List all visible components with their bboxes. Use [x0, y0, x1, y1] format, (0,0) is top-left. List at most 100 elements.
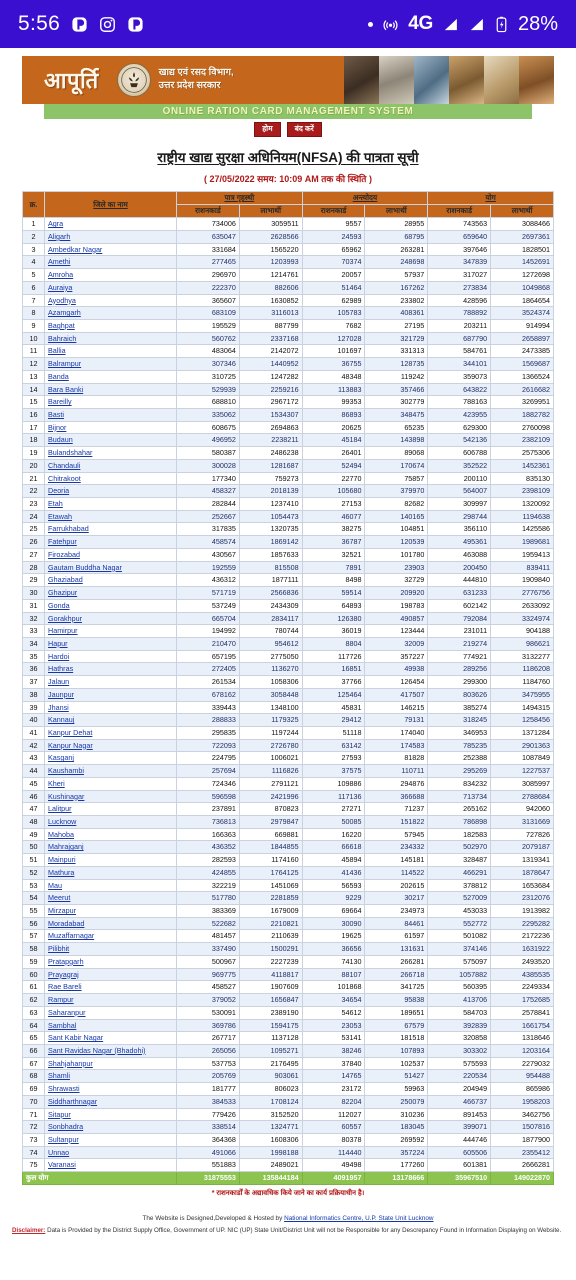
district-link[interactable]: Ghaziabad	[44, 573, 177, 588]
district-link[interactable]: Amethi	[44, 255, 177, 270]
district-link[interactable]: Muzaffarnagar	[44, 929, 177, 944]
district-link[interactable]: Sultanpur	[44, 1132, 177, 1147]
district-link[interactable]: Deoria	[44, 484, 177, 499]
district-link[interactable]: Balrampur	[44, 357, 177, 371]
battery-percent-label: 28%	[517, 12, 558, 35]
district-link[interactable]: Mahrajganj	[44, 840, 177, 855]
cell-total-beneficiaries: 1864654	[490, 293, 554, 308]
district-link[interactable]: Amroha	[44, 268, 177, 282]
district-link[interactable]: Unnao	[44, 1145, 177, 1160]
district-link[interactable]: Meerut	[44, 891, 177, 906]
district-link[interactable]: Jalaun	[44, 675, 177, 689]
district-link[interactable]: Prayagraj	[44, 967, 177, 982]
district-link[interactable]: Mainpuri	[44, 853, 177, 867]
district-link[interactable]: Bareilly	[44, 395, 177, 409]
district-link[interactable]: Bijnor	[44, 420, 177, 435]
district-link[interactable]: Bulandshahar	[44, 446, 177, 460]
district-link[interactable]: Lalitpur	[44, 802, 177, 816]
district-link[interactable]: Rae Bareli	[44, 980, 177, 995]
district-link[interactable]: Kannauj	[44, 713, 177, 727]
district-link[interactable]: Gorakhpur	[44, 611, 177, 626]
cell-ay-cards: 125464	[301, 687, 366, 702]
cell-pg-beneficiaries: 1203993	[238, 255, 303, 270]
district-link[interactable]: Ambedkar Nagar	[44, 242, 177, 257]
district-link[interactable]: Shrawasti	[44, 1082, 177, 1096]
district-link[interactable]: Shamli	[44, 1069, 177, 1084]
district-link[interactable]: Aligarh	[44, 229, 177, 244]
district-link[interactable]: Firozabad	[44, 547, 177, 562]
district-link[interactable]: Moradabad	[44, 916, 177, 931]
district-link[interactable]: Kushinagar	[44, 789, 177, 804]
col-group-antyodaya: अन्त्योदय	[301, 191, 429, 206]
district-link[interactable]: Hapur	[44, 636, 177, 651]
district-link[interactable]: Fatehpur	[44, 535, 177, 549]
district-link[interactable]: Mau	[44, 878, 177, 893]
district-link[interactable]: Budaun	[44, 433, 177, 448]
home-button[interactable]: होम	[254, 122, 281, 138]
cell-ay-cards: 113883	[301, 382, 366, 397]
district-link[interactable]: Azamgarh	[44, 306, 177, 320]
district-link[interactable]: Bara Banki	[44, 382, 177, 397]
table-row: 13 Banda 310725 1247282 48348 119242 359073 136…	[22, 369, 554, 384]
district-link[interactable]: Lucknow	[44, 815, 177, 829]
district-link[interactable]: Kasganj	[44, 751, 177, 766]
cell-ay-cards: 46077	[301, 509, 366, 524]
cell-pg-beneficiaries: 1136270	[238, 662, 303, 677]
district-link[interactable]: Mahoba	[44, 827, 177, 842]
district-link[interactable]: Varanasi	[44, 1158, 177, 1173]
table-row: 20 Chandauli 300028 1281687 52494 170674 35252…	[22, 458, 554, 473]
district-link[interactable]: Ghazipur	[44, 586, 177, 600]
district-link[interactable]: Kaushambi	[44, 764, 177, 778]
district-link[interactable]: Saharanpur	[44, 1005, 177, 1020]
cell-pg-beneficiaries: 1054473	[238, 509, 303, 524]
district-link[interactable]: Agra	[44, 217, 177, 231]
district-link[interactable]: Mirzapur	[44, 904, 177, 918]
cell-total-cards: 463088	[427, 547, 492, 562]
cell-total-beneficiaries: 1049868	[490, 280, 554, 295]
district-link[interactable]: Basti	[44, 408, 177, 422]
district-link[interactable]: Banda	[44, 369, 177, 384]
district-link[interactable]: Pilibhit	[44, 942, 177, 956]
district-link[interactable]: Auraiya	[44, 280, 177, 295]
district-link[interactable]: Kanpur Dehat	[44, 725, 177, 740]
district-link[interactable]: Gautam Buddha Nagar	[44, 560, 177, 575]
district-link[interactable]: Kheri	[44, 776, 177, 791]
district-link[interactable]: Sambhal	[44, 1018, 177, 1033]
district-link[interactable]: Baghpat	[44, 318, 177, 333]
district-link[interactable]: Jhansi	[44, 700, 177, 715]
district-link[interactable]: Chitrakoot	[44, 471, 177, 486]
district-link[interactable]: Siddharthnagar	[44, 1094, 177, 1109]
district-link[interactable]: Sonbhadra	[44, 1120, 177, 1134]
district-link[interactable]: Sant Kabir Nagar	[44, 1031, 177, 1045]
district-link[interactable]: Hardoi	[44, 649, 177, 664]
cell-ay-beneficiaries: 348475	[364, 408, 429, 422]
cell-total-cards: 200450	[427, 560, 492, 575]
district-link[interactable]: Ayodhya	[44, 293, 177, 308]
district-link[interactable]: Jaunpur	[44, 687, 177, 702]
district-link[interactable]: Ballia	[44, 344, 177, 359]
nic-link[interactable]: National Informatics Centre, U.P. State …	[284, 1215, 433, 1222]
district-link[interactable]: Chandauli	[44, 458, 177, 473]
district-link[interactable]: Rampur	[44, 993, 177, 1007]
close-button[interactable]: बंद करें	[286, 122, 322, 138]
table-row: 43 Kasganj 224795 1006021 27593 81828 252388 10…	[22, 751, 554, 766]
cell-total-beneficiaries: 1752685	[490, 993, 554, 1007]
district-link[interactable]: Farrukhabad	[44, 522, 177, 537]
district-link[interactable]: Sant Ravidas Nagar (Bhadohi)	[44, 1043, 177, 1058]
district-link[interactable]: Mathura	[44, 865, 177, 880]
district-link[interactable]: Hamirpur	[44, 624, 177, 638]
table-row: 47 Lalitpur 237891 870823 27271 71237 265162 94…	[22, 802, 554, 816]
district-link[interactable]: Gonda	[44, 598, 177, 613]
cell-ay-beneficiaries: 75857	[364, 471, 429, 486]
district-link[interactable]: Etawah	[44, 509, 177, 524]
district-link[interactable]: Kanpur Nagar	[44, 738, 177, 753]
cell-ay-beneficiaries: 67579	[364, 1018, 429, 1033]
cell-pg-beneficiaries: 1137128	[238, 1031, 303, 1045]
district-link[interactable]: Etah	[44, 497, 177, 511]
district-link[interactable]: Shahjahanpur	[44, 1056, 177, 1071]
district-link[interactable]: Pratapgarh	[44, 954, 177, 969]
cell-ay-beneficiaries: 263281	[364, 242, 429, 257]
district-link[interactable]: Sitapur	[44, 1107, 177, 1122]
district-link[interactable]: Bahraich	[44, 331, 177, 346]
district-link[interactable]: Hathras	[44, 662, 177, 677]
